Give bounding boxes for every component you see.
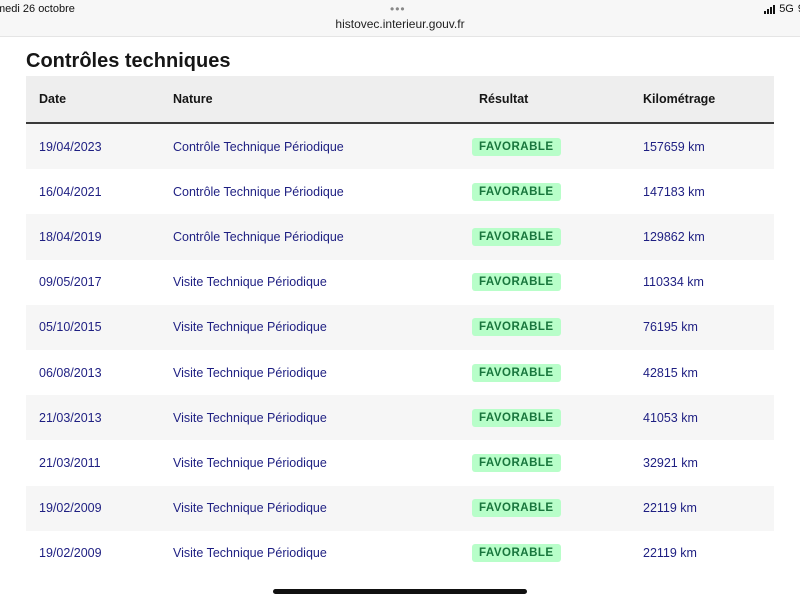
status-badge: FAVORABLE xyxy=(472,182,561,201)
status-badge: FAVORABLE xyxy=(472,363,561,382)
cell-mileage: 147183 km xyxy=(630,169,774,215)
table-row: 19/04/2023 Contrôle Technique Périodique F… xyxy=(26,123,774,170)
cell-mileage: 157659 km xyxy=(630,123,774,170)
status-badge: FAVORABLE xyxy=(472,499,561,518)
cell-date: 18/04/2019 xyxy=(26,214,160,260)
cell-date: 21/03/2013 xyxy=(26,395,160,441)
cell-nature: Visite Technique Périodique xyxy=(160,259,466,305)
cell-date: 19/02/2009 xyxy=(26,530,160,576)
cell-date: 09/05/2017 xyxy=(26,259,160,305)
multitasking-dots-icon[interactable]: ••• xyxy=(390,2,406,16)
cell-nature: Visite Technique Périodique xyxy=(160,304,466,350)
cell-nature: Visite Technique Périodique xyxy=(160,440,466,486)
cell-result: FAVORABLE xyxy=(466,530,630,576)
cell-nature: Visite Technique Périodique xyxy=(160,485,466,531)
page-title: Contrôles techniques xyxy=(26,50,231,72)
cell-result: FAVORABLE xyxy=(466,349,630,396)
cell-result: FAVORABLE xyxy=(466,214,630,260)
cell-mileage: 129862 km xyxy=(630,214,774,260)
network-type: 5G xyxy=(779,3,794,15)
cell-date: 19/04/2023 xyxy=(26,123,160,170)
column-header-nature: Nature xyxy=(160,76,466,124)
column-header-mileage: Kilométrage xyxy=(630,76,774,124)
cell-nature: Contrôle Technique Périodique xyxy=(160,169,466,215)
cell-result: FAVORABLE xyxy=(466,123,630,170)
status-indicators: 5G 9 xyxy=(764,3,800,15)
table-header-row: Date Nature Résultat Kilométrage xyxy=(26,76,774,124)
status-badge: FAVORABLE xyxy=(472,137,561,156)
cell-mileage: 22119 km xyxy=(630,485,774,531)
cell-result: FAVORABLE xyxy=(466,304,630,350)
cell-mileage: 22119 km xyxy=(630,530,774,576)
cellular-signal-icon xyxy=(764,4,776,14)
home-indicator[interactable] xyxy=(273,589,527,594)
cell-result: FAVORABLE xyxy=(466,485,630,531)
inspections-table: Date Nature Résultat Kilométrage 19/04/2… xyxy=(26,76,774,576)
cell-nature: Contrôle Technique Périodique xyxy=(160,214,466,260)
cell-mileage: 110334 km xyxy=(630,259,774,305)
cell-result: FAVORABLE xyxy=(466,169,630,215)
table-row: 09/05/2017 Visite Technique Périodique FAV… xyxy=(26,259,774,305)
table-row: 18/04/2019 Contrôle Technique Périodique F… xyxy=(26,214,774,260)
inspections-table-container: Date Nature Résultat Kilométrage 19/04/2… xyxy=(26,76,774,576)
status-badge: FAVORABLE xyxy=(472,227,561,246)
address-bar-url[interactable]: histovec.interieur.gouv.fr xyxy=(0,17,800,31)
cell-date: 19/02/2009 xyxy=(26,485,160,531)
table-row: 05/10/2015 Visite Technique Périodique FAV… xyxy=(26,304,774,350)
status-date: medi 26 octobre xyxy=(0,3,75,15)
cell-mileage: 42815 km xyxy=(630,349,774,396)
table-row: 19/02/2009 Visite Technique Périodique FAV… xyxy=(26,485,774,531)
cell-nature: Visite Technique Périodique xyxy=(160,530,466,576)
status-badge: FAVORABLE xyxy=(472,318,561,337)
table-row: 16/04/2021 Contrôle Technique Périodique F… xyxy=(26,169,774,215)
table-row: 19/02/2009 Visite Technique Périodique FAV… xyxy=(26,530,774,576)
status-badge: FAVORABLE xyxy=(472,273,561,292)
table-row: 21/03/2013 Visite Technique Périodique FAV… xyxy=(26,395,774,441)
table-row: 21/03/2011 Visite Technique Périodique FAV… xyxy=(26,440,774,486)
cell-result: FAVORABLE xyxy=(466,440,630,486)
cell-mileage: 32921 km xyxy=(630,440,774,486)
status-badge: FAVORABLE xyxy=(472,544,561,563)
cell-date: 06/08/2013 xyxy=(26,349,160,396)
table-row: 06/08/2013 Visite Technique Périodique FAV… xyxy=(26,349,774,396)
status-badge: FAVORABLE xyxy=(472,453,561,472)
status-badge: FAVORABLE xyxy=(472,408,561,427)
cell-date: 16/04/2021 xyxy=(26,169,160,215)
status-bar: medi 26 octobre ••• histovec.interieur.g… xyxy=(0,0,800,37)
cell-nature: Contrôle Technique Périodique xyxy=(160,123,466,170)
cell-nature: Visite Technique Périodique xyxy=(160,395,466,441)
cell-date: 05/10/2015 xyxy=(26,304,160,350)
cell-result: FAVORABLE xyxy=(466,259,630,305)
column-header-result: Résultat xyxy=(466,76,630,124)
cell-result: FAVORABLE xyxy=(466,395,630,441)
cell-date: 21/03/2011 xyxy=(26,440,160,486)
cell-mileage: 41053 km xyxy=(630,395,774,441)
cell-mileage: 76195 km xyxy=(630,304,774,350)
column-header-date: Date xyxy=(26,76,160,124)
cell-nature: Visite Technique Périodique xyxy=(160,349,466,396)
